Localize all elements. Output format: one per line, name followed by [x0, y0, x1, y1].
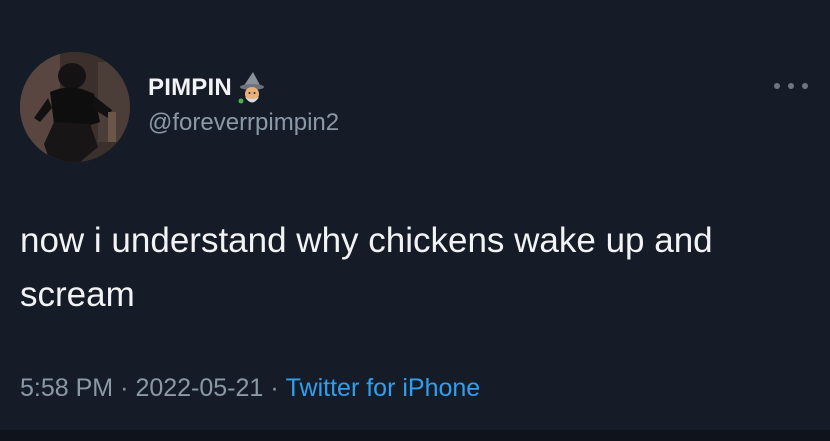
dot-icon [774, 83, 780, 89]
avatar-photo [20, 52, 130, 162]
separator: · [120, 374, 129, 402]
separator: · [270, 374, 279, 402]
display-name[interactable]: PIMPIN [148, 74, 232, 102]
more-options-icon[interactable] [774, 80, 808, 92]
tweet-text: now i understand why chickens wake up an… [20, 221, 713, 314]
author-name-row[interactable]: PIMPIN [148, 70, 270, 106]
mage-emoji-icon [234, 70, 270, 106]
tweet-card: PIMPIN @foreverrpimpin2 now i understand… [0, 0, 830, 441]
user-handle[interactable]: @foreverrpimpin2 [148, 109, 339, 137]
tweet-date[interactable]: 2022-05-21 [135, 374, 263, 402]
avatar[interactable] [20, 52, 130, 162]
tweet-source-link[interactable]: Twitter for iPhone [286, 374, 481, 402]
tweet-time[interactable]: 5:58 PM [20, 374, 113, 402]
dot-icon [802, 83, 808, 89]
tweet-metadata: 5:58 PM · 2022-05-21 · Twitter for iPhone [20, 374, 480, 403]
bottom-divider [0, 430, 830, 441]
dot-icon [788, 83, 794, 89]
